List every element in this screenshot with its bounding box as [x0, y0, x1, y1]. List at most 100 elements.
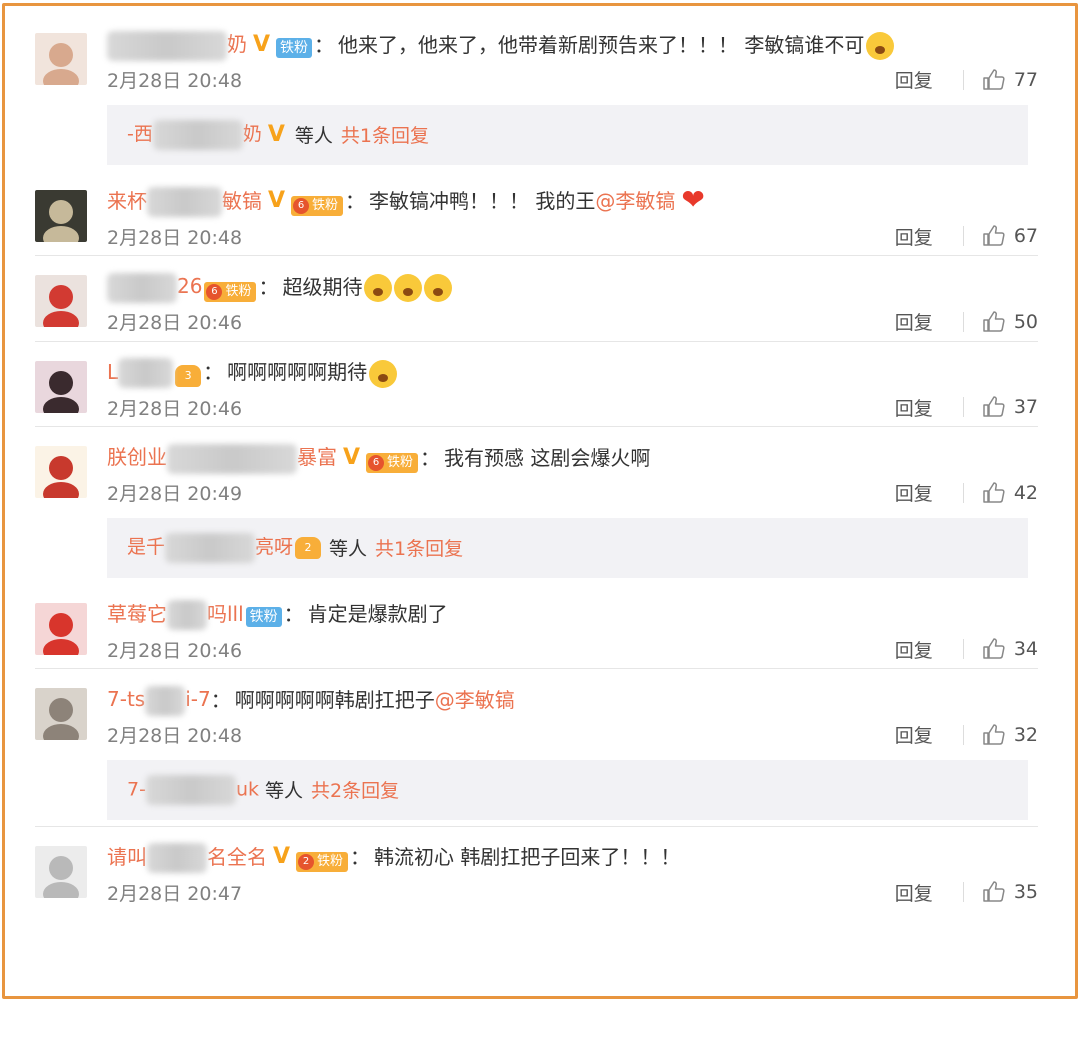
redacted-name-blur — [145, 685, 186, 716]
replies-summary[interactable]: 7- uk 等人 共2条回复 — [107, 759, 1028, 820]
crying-emoji-icon — [866, 32, 895, 60]
like-button[interactable]: 32 — [982, 723, 1038, 747]
comment-time: 2月28日 20:48 — [107, 226, 243, 249]
thumbs-up-icon — [983, 310, 1005, 332]
username-link[interactable]: 26 — [107, 271, 202, 303]
username-link[interactable]: 7-ts i-7 — [107, 684, 211, 716]
reply-button[interactable]: 回复 — [895, 66, 933, 93]
comment-item: 来杯 敏镐 V 6 铁粉 ： 李敏镐冲鸭！！！ 我的王 @李敏镐 ❤ 2月28日 2… — [35, 171, 1038, 256]
verified-v-icon: V — [268, 188, 286, 214]
shocked-emoji-icon — [394, 274, 423, 302]
action-divider — [962, 397, 964, 417]
like-count: 42 — [1013, 481, 1038, 504]
crown-fan-badge[interactable]: 6 铁粉 — [366, 452, 419, 473]
avatar[interactable] — [35, 33, 87, 85]
avatar[interactable] — [35, 688, 87, 740]
like-button[interactable]: 34 — [982, 637, 1038, 661]
comment-time: 2月28日 20:46 — [107, 397, 243, 420]
like-button[interactable]: 42 — [982, 481, 1038, 505]
reply-button[interactable]: 回复 — [895, 479, 933, 506]
verified-v-icon: V — [267, 122, 285, 147]
like-button[interactable]: 77 — [982, 68, 1038, 92]
reply-count-link[interactable]: 共2条回复 — [311, 776, 399, 803]
comment-text: 啊啊啊啊啊韩剧扛把子 — [234, 687, 435, 712]
reply-button[interactable]: 回复 — [895, 879, 933, 906]
redacted-name-blur — [147, 187, 222, 217]
comment-text: 李敏镐冲鸭！！！ 我的王 — [369, 189, 596, 214]
fan-badge[interactable]: 铁粉 — [276, 37, 313, 58]
face-emoji-icon — [369, 359, 398, 388]
crown-level-icon: 6 — [293, 198, 310, 215]
like-count: 67 — [1013, 225, 1038, 247]
thumbs-up-icon — [983, 723, 1005, 745]
comment-item: 朕创业 暴富 V 6 铁粉 ： 我有预感 这剧会爆火啊 2月28日 20:49 回复… — [35, 426, 1038, 512]
comment-item: 7-ts i-7 ： 啊啊啊啊啊韩剧扛把子 @李敏镐 2月28日 20:48 回复… — [35, 668, 1038, 754]
like-count: 35 — [1013, 881, 1038, 903]
comment-time: 2月28日 20:46 — [107, 312, 243, 334]
action-divider — [962, 69, 964, 90]
username-link[interactable]: 草莓它 吗lll — [107, 599, 244, 630]
username-link[interactable]: L — [107, 357, 174, 388]
shocked-emoji-icon — [364, 274, 393, 302]
avatar[interactable] — [35, 275, 87, 327]
comment-text: 他来了，他来了，他带着新剧预告来了！！！ 李敏镐谁不可 — [338, 32, 865, 57]
heart-icon: ❤ — [681, 182, 705, 216]
verified-v-icon: V — [273, 844, 291, 870]
replies-summary[interactable]: -西奶 V 等人 共1条回复 — [107, 104, 1028, 165]
replies-summary[interactable]: 是千 亮呀 2 等人 共1条回复 — [107, 517, 1028, 578]
redacted-name-blur — [167, 443, 297, 474]
reply-count-link[interactable]: 共1条回复 — [341, 121, 429, 148]
like-button[interactable]: 35 — [982, 880, 1038, 904]
comment-text: 我有预感 这剧会爆火啊 — [444, 445, 651, 470]
reply-button[interactable]: 回复 — [895, 394, 933, 421]
comment-text: 肯定是爆款剧了 — [307, 602, 448, 627]
action-divider — [962, 639, 964, 659]
thumbs-up-icon — [983, 68, 1005, 90]
redacted-name-blur — [152, 119, 243, 150]
username-link[interactable]: 朕创业 暴富 — [107, 442, 337, 474]
comment-time: 2月28日 20:46 — [107, 639, 243, 662]
crown-level-badge: 2 — [295, 536, 322, 559]
crown-fan-badge[interactable]: 6 铁粉 — [204, 281, 257, 302]
like-button[interactable]: 67 — [982, 224, 1038, 248]
comment-panel: 奶 V 铁粉 ： 他来了，他来了，他带着新剧预告来了！！！ 李敏镐谁不可 2月2… — [2, 3, 1078, 999]
mention-link[interactable]: @李敏镐 — [595, 186, 675, 216]
reply-button[interactable]: 回复 — [895, 636, 933, 663]
reply-button[interactable]: 回复 — [895, 223, 933, 250]
crown-fan-badge[interactable]: 6 铁粉 — [291, 196, 344, 217]
thumbs-up-icon — [983, 638, 1005, 659]
comment-time: 2月28日 20:47 — [107, 882, 243, 905]
reply-username[interactable]: -西奶 — [127, 119, 262, 150]
action-divider — [962, 311, 964, 332]
avatar[interactable] — [35, 189, 87, 242]
reply-button[interactable]: 回复 — [895, 308, 933, 335]
thumbs-up-icon — [983, 396, 1005, 417]
avatar[interactable] — [35, 602, 87, 655]
action-divider — [962, 724, 964, 745]
reply-username[interactable]: 是千 亮呀 — [127, 532, 293, 563]
fan-badge[interactable]: 铁粉 — [245, 607, 282, 628]
shocked-emoji-icon — [424, 274, 453, 302]
username-link[interactable]: 请叫 名全名 — [107, 842, 267, 873]
like-count: 77 — [1013, 68, 1038, 91]
comment-text: 啊啊啊啊啊期待 — [227, 360, 368, 385]
username-link[interactable]: 奶 — [107, 29, 247, 61]
username-link[interactable]: 来杯 敏镐 — [107, 186, 262, 217]
avatar[interactable] — [35, 360, 87, 413]
avatar[interactable] — [35, 845, 87, 898]
like-button[interactable]: 37 — [982, 395, 1038, 419]
comment-time: 2月28日 20:48 — [107, 725, 243, 747]
verified-v-icon: V — [253, 31, 271, 57]
crown-fan-badge[interactable]: 2 铁粉 — [296, 852, 349, 873]
crown-level-badge[interactable]: 3 — [175, 365, 202, 388]
mention-link[interactable]: @李敏镐 — [435, 685, 515, 715]
comment-item: L 3 ： 啊啊啊啊啊期待 2月28日 20:46 回复 37 — [35, 340, 1038, 427]
reply-count-link[interactable]: 共1条回复 — [375, 534, 463, 561]
avatar[interactable] — [35, 446, 87, 498]
reply-button[interactable]: 回复 — [895, 721, 933, 748]
reply-username[interactable]: 7- uk — [127, 774, 259, 805]
like-button[interactable]: 50 — [982, 310, 1038, 334]
redacted-name-blur — [107, 272, 177, 303]
redacted-name-blur — [147, 843, 207, 873]
comment-time: 2月28日 20:48 — [107, 70, 243, 92]
